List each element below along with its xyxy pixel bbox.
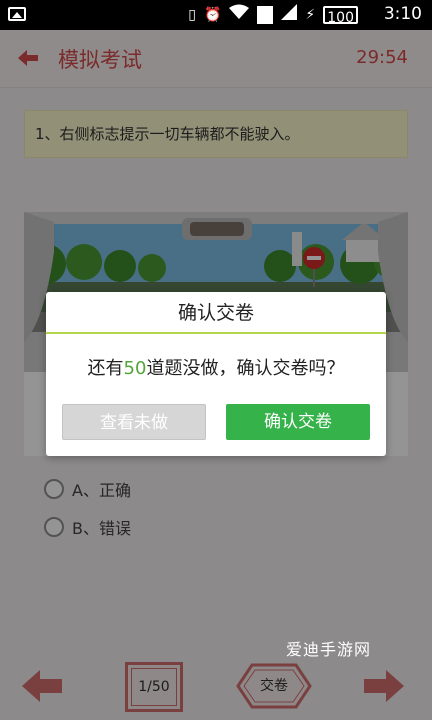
alarm-icon: ⏰ — [203, 7, 222, 23]
status-time: 3:10 — [383, 4, 422, 24]
status-icons: ▯ ⏰ 2 ⚡ 100 — [188, 4, 358, 26]
sim-slot-badge: 2 — [257, 6, 274, 24]
watermark-text: 爱迪手游网 — [286, 640, 372, 659]
view-unanswered-button[interactable]: 查看未做 — [62, 404, 206, 440]
vibrate-icon: ▯ — [188, 7, 196, 23]
dialog-title: 确认交卷 — [46, 292, 386, 334]
remaining-count: 50 — [123, 358, 147, 379]
confirm-submit-button[interactable]: 确认交卷 — [226, 404, 370, 440]
charging-icon: ⚡ — [305, 7, 316, 23]
signal-icon — [281, 4, 298, 26]
wifi-icon — [229, 4, 250, 26]
message-prefix: 还有 — [87, 358, 124, 379]
battery-indicator: 100 — [323, 6, 358, 26]
confirm-submit-dialog: 确认交卷 还有50道题没做，确认交卷吗？ 查看未做 确认交卷 — [46, 292, 386, 456]
message-suffix: 道题没做，确认交卷吗？ — [146, 358, 345, 379]
picture-icon — [8, 7, 26, 21]
status-bar: ▯ ⏰ 2 ⚡ 100 3:10 — [0, 0, 432, 30]
dialog-message: 还有50道题没做，确认交卷吗？ — [46, 354, 386, 380]
